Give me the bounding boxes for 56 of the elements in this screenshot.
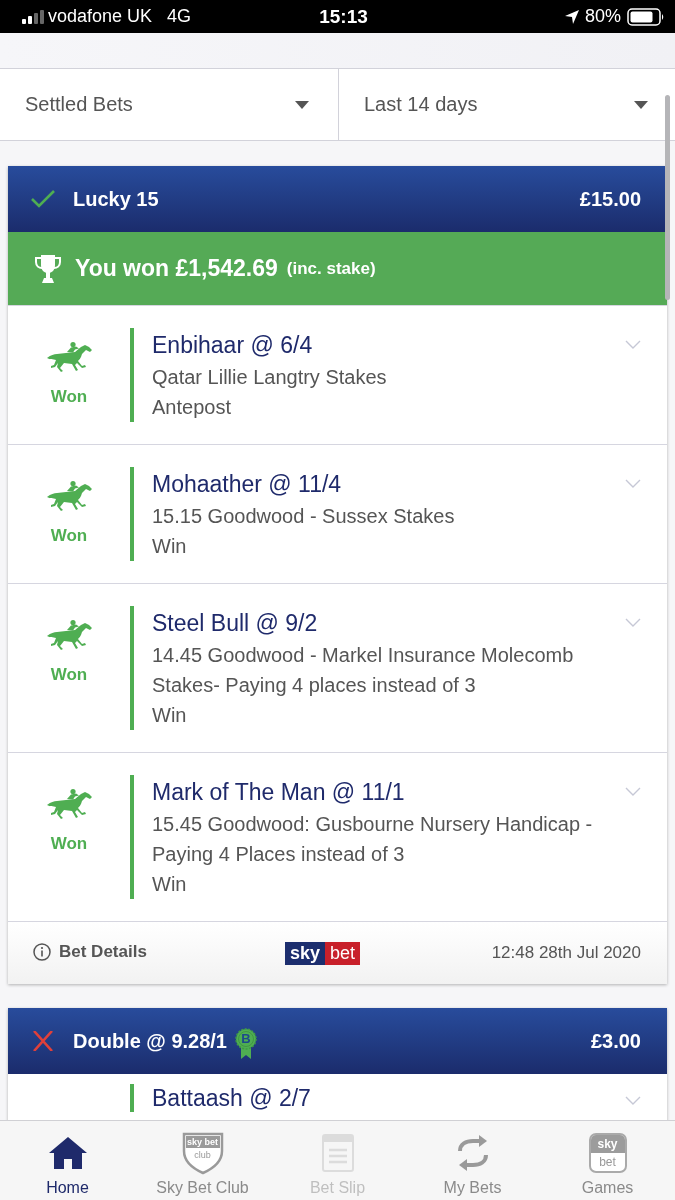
bet-title: Double @ 9.28/1 [73,1029,227,1053]
bet-details-button[interactable]: Bet Details [33,941,147,962]
cross-icon [30,1031,56,1051]
clock-time: 15:13 [319,5,368,28]
chevron-down-icon[interactable] [625,1096,641,1105]
selection-name: Battaash @ 2/7 [152,1084,312,1112]
racehorse-icon [45,341,93,373]
selection-detail: Win [152,534,188,559]
games-logo: sky bet [588,1133,627,1173]
chevron-down-icon[interactable] [625,479,641,488]
bet-header[interactable]: Lucky 15 £15.00 [8,166,667,232]
bet-header[interactable]: Double @ 9.28/1 B £3.00 [8,1008,667,1074]
carrier-name: vodafone UK [48,6,153,27]
selection-name: Enbihaar @ 6/4 [152,331,314,360]
selection-detail: Antepost [152,395,232,420]
home-icon [47,1136,88,1170]
winnings-amount: You won £1,542.69 [75,255,278,282]
info-icon [33,942,51,961]
brand-logo-word: bet [325,941,361,965]
selection-name: Mark of The Man @ 11/1 [152,778,406,807]
caret-icon [634,100,648,109]
result-label: Won [50,665,88,685]
racehorse-icon [45,788,93,820]
selection-detail: 15.45 Goodwood: Gusbourne Nursery Handicap - Paying 4 Places instead of 3 [152,812,594,867]
check-icon [30,189,56,209]
location-arrow-icon [564,9,579,24]
chevron-down-icon[interactable] [625,787,641,796]
bet-title: Lucky 15 [73,187,159,211]
club-shield-logo: sky bet club [180,1131,225,1175]
battery-icon [627,7,665,26]
result-label: Won [50,387,88,407]
result-label: Won [50,834,88,854]
selection-detail: 14.45 Goodwood - Markel Insurance Molecomb Stakes- Paying 4 places instead of 3 [152,643,575,698]
racehorse-icon [45,619,93,651]
result-label: Won [50,526,88,546]
trophy-icon [33,252,63,285]
chevron-down-icon[interactable] [625,618,641,627]
racehorse-icon [45,480,93,512]
winnings-note: (inc. stake) [286,258,376,279]
selection-detail: 15.15 Goodwood - Sussex Stakes [152,504,456,529]
selection-detail: Qatar Lillie Langtry Stakes [152,365,388,390]
selection-detail: Win [152,703,188,728]
network-type: 4G [167,6,192,27]
battery-percent: 80% [584,6,621,27]
bet-placed-time: 12:48 28th Jul 2020 [491,943,641,963]
bet-slip-icon [321,1134,354,1172]
tab-bar-item[interactable]: Home [0,1121,135,1200]
selection-name: Mohaather @ 11/4 [152,470,343,499]
selection-detail: Win [152,872,188,897]
caret-icon [295,100,309,109]
brand-logo-word: sky [285,941,326,965]
chevron-down-icon[interactable] [625,340,641,349]
stake-amount: £3.00 [590,1029,641,1053]
stake-amount: £15.00 [579,187,641,211]
selection-name: Steel Bull @ 9/2 [152,609,319,638]
signal-icon [22,9,44,24]
